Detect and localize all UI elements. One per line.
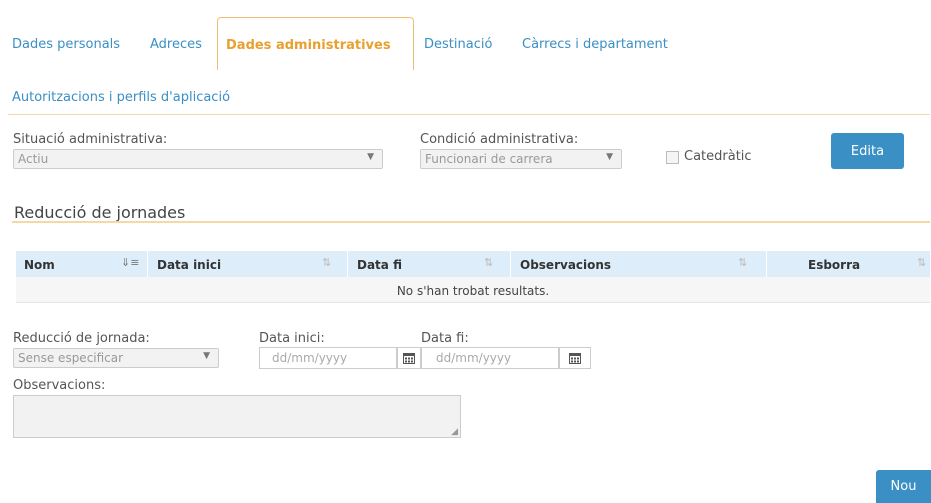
reduction-label: Reducció de jornada: xyxy=(13,331,150,346)
start-date-input[interactable]: dd/mm/yyyy xyxy=(259,347,397,369)
start-date-label: Data inici: xyxy=(259,331,325,346)
calendar-glyph xyxy=(569,353,581,364)
chevron-down-icon: ▼ xyxy=(367,152,374,162)
observations-textarea[interactable]: ◢ xyxy=(13,395,461,438)
tab-admin-label: Dades administratives xyxy=(226,38,391,53)
column-header-observations[interactable]: Observacions xyxy=(512,251,611,277)
sort-icon[interactable]: ⇅ xyxy=(917,251,926,269)
reduction-select[interactable]: Sense especificar ▼ xyxy=(13,348,219,368)
column-divider xyxy=(766,251,767,277)
new-button[interactable]: Nou xyxy=(876,470,931,503)
column-header-nom[interactable]: Nom xyxy=(16,251,55,277)
chevron-down-icon: ▼ xyxy=(203,351,210,361)
section-divider xyxy=(12,221,930,223)
observations-label: Observacions: xyxy=(13,378,106,393)
sort-icon[interactable]: ⇅ xyxy=(738,251,747,269)
column-divider xyxy=(147,251,148,277)
situation-select[interactable]: Actiu ▼ xyxy=(13,149,383,169)
tab-authorizations[interactable]: Autoritzacions i perfils d'aplicació xyxy=(12,90,230,105)
column-divider xyxy=(510,251,511,277)
reduction-title: Reducció de jornades xyxy=(14,203,186,222)
column-header-delete[interactable]: Esborra xyxy=(800,251,860,277)
tab-addresses[interactable]: Adreces xyxy=(150,37,202,52)
condition-value: Funcionari de carrera xyxy=(425,152,553,166)
condition-label: Condició administrativa: xyxy=(420,132,579,147)
empty-message: No s'han trobat resultats. xyxy=(396,284,550,298)
situation-label: Situació administrativa: xyxy=(13,132,168,147)
column-divider xyxy=(347,251,348,277)
reduction-value: Sense especificar xyxy=(18,351,124,365)
resize-handle-icon[interactable]: ◢ xyxy=(451,427,458,437)
chevron-down-icon: ▼ xyxy=(606,152,613,162)
sort-asc-icon[interactable]: ⇓≡ xyxy=(121,251,139,269)
catedratic-checkbox[interactable] xyxy=(666,151,679,164)
situation-value: Actiu xyxy=(18,152,49,166)
end-date-label: Data fi: xyxy=(421,331,469,346)
catedratic-label: Catedràtic xyxy=(684,149,752,164)
tab-positions[interactable]: Càrrecs i departament xyxy=(522,37,668,52)
condition-select[interactable]: Funcionari de carrera ▼ xyxy=(420,149,622,169)
tab-admin[interactable]: Dades administratives xyxy=(217,17,414,70)
calendar-icon[interactable] xyxy=(397,347,421,369)
tabs-divider xyxy=(8,114,930,115)
sort-icon[interactable]: ⇅ xyxy=(322,251,331,269)
column-header-end[interactable]: Data fi xyxy=(349,251,402,277)
tab-destination[interactable]: Destinació xyxy=(424,37,492,52)
tab-personal[interactable]: Dades personals xyxy=(12,37,120,52)
end-date-input[interactable]: dd/mm/yyyy xyxy=(421,347,559,369)
sort-icon[interactable]: ⇅ xyxy=(484,251,493,269)
edit-button[interactable]: Edita xyxy=(831,133,904,169)
calendar-glyph xyxy=(403,353,415,364)
column-header-start[interactable]: Data inici xyxy=(149,251,221,277)
calendar-icon[interactable] xyxy=(559,347,591,369)
